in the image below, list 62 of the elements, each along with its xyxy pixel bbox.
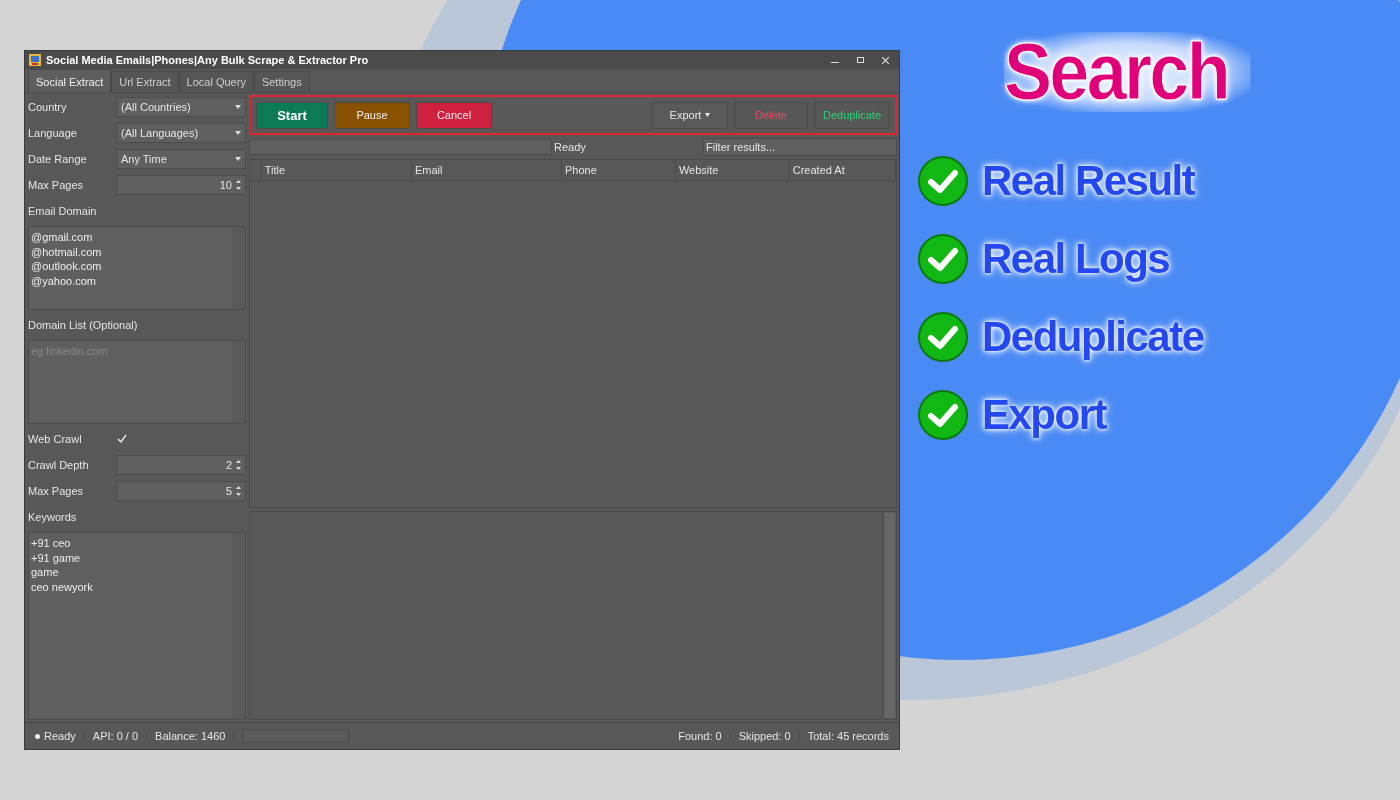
feature-text: Deduplicate	[982, 313, 1204, 361]
button[interactable]: Start	[256, 101, 328, 129]
number-field[interactable]: 10	[116, 175, 246, 195]
spin-arrows-icon[interactable]	[236, 179, 241, 191]
field-label: Crawl Depth	[28, 459, 90, 471]
tab[interactable]: Local Query	[178, 71, 254, 92]
status-text: Found: 0	[678, 730, 722, 742]
field-label: Max Pages	[28, 485, 85, 497]
scrollbar[interactable]	[883, 513, 895, 718]
feature-text: Real Result	[982, 157, 1195, 205]
tab[interactable]: Url Extract	[111, 71, 179, 92]
dropdown[interactable]: (All Languages)	[116, 123, 246, 143]
status-text: Skipped: 0	[738, 730, 791, 742]
check-circle-icon	[918, 234, 968, 284]
menu-button[interactable]: Export	[652, 101, 728, 129]
field-label: Keywords	[28, 511, 77, 523]
dropdown[interactable]: (All Countries)	[116, 97, 246, 117]
button[interactable]: Deduplicate	[814, 101, 890, 129]
column-header[interactable]: Phone	[565, 164, 597, 176]
text-area[interactable]: @gmail.com @hotmail.com @outlook.com @yahoo.com	[28, 226, 246, 310]
column-header[interactable]: Email	[414, 164, 443, 176]
status-text: Balance: 1460	[155, 730, 226, 742]
status-text: Total: 45 records	[807, 730, 889, 742]
filter-field[interactable]: Filter results...	[703, 138, 897, 156]
dropdown[interactable]: Any Time	[116, 149, 246, 169]
spin-arrows-icon[interactable]	[236, 485, 241, 497]
status-text: Ready	[554, 141, 586, 153]
caret-icon	[235, 131, 241, 135]
caret-icon	[235, 157, 241, 161]
number-field[interactable]: 2	[116, 455, 246, 475]
status-text: Ready	[44, 730, 76, 742]
maximize-icon[interactable]	[856, 57, 864, 63]
window-title: Social Media Emails|Phones|Any Bulk Scrape & Extractor Pro	[46, 54, 370, 66]
check-circle-icon	[918, 390, 968, 440]
number-field[interactable]: 5	[116, 481, 246, 501]
close-icon[interactable]	[881, 56, 889, 64]
caret-icon	[235, 105, 241, 109]
check-circle-icon	[918, 312, 968, 362]
button[interactable]: Cancel	[416, 101, 492, 129]
text-area[interactable]: +91 ceo +91 game game ceo newyork	[28, 532, 246, 720]
field-label: Country	[28, 101, 68, 113]
spin-arrows-icon[interactable]	[236, 459, 241, 471]
field-label: Date Range	[28, 153, 88, 165]
status-dot-icon	[35, 733, 40, 739]
column-header[interactable]: Title	[264, 164, 286, 176]
field-label: Web Crawl	[28, 433, 83, 445]
field-label: Max Pages	[28, 179, 85, 191]
feature-text: Real Logs	[982, 235, 1170, 283]
column-header[interactable]: Website	[678, 164, 719, 176]
field-label: Language	[28, 127, 78, 139]
tab[interactable]: Social Extract	[28, 69, 112, 92]
field-label: Domain List (Optional)	[28, 319, 138, 331]
app-icon	[29, 54, 41, 66]
button[interactable]: Pause	[334, 101, 410, 129]
checkbox[interactable]	[116, 433, 128, 445]
column-header[interactable]: Created At	[792, 164, 845, 176]
field-label: Email Domain	[28, 205, 97, 217]
status-text: API: 0 / 0	[92, 730, 139, 742]
check-circle-icon	[918, 156, 968, 206]
caret-icon	[705, 113, 711, 117]
feature-text: Export	[982, 391, 1106, 439]
tab[interactable]: Settings	[253, 71, 310, 92]
